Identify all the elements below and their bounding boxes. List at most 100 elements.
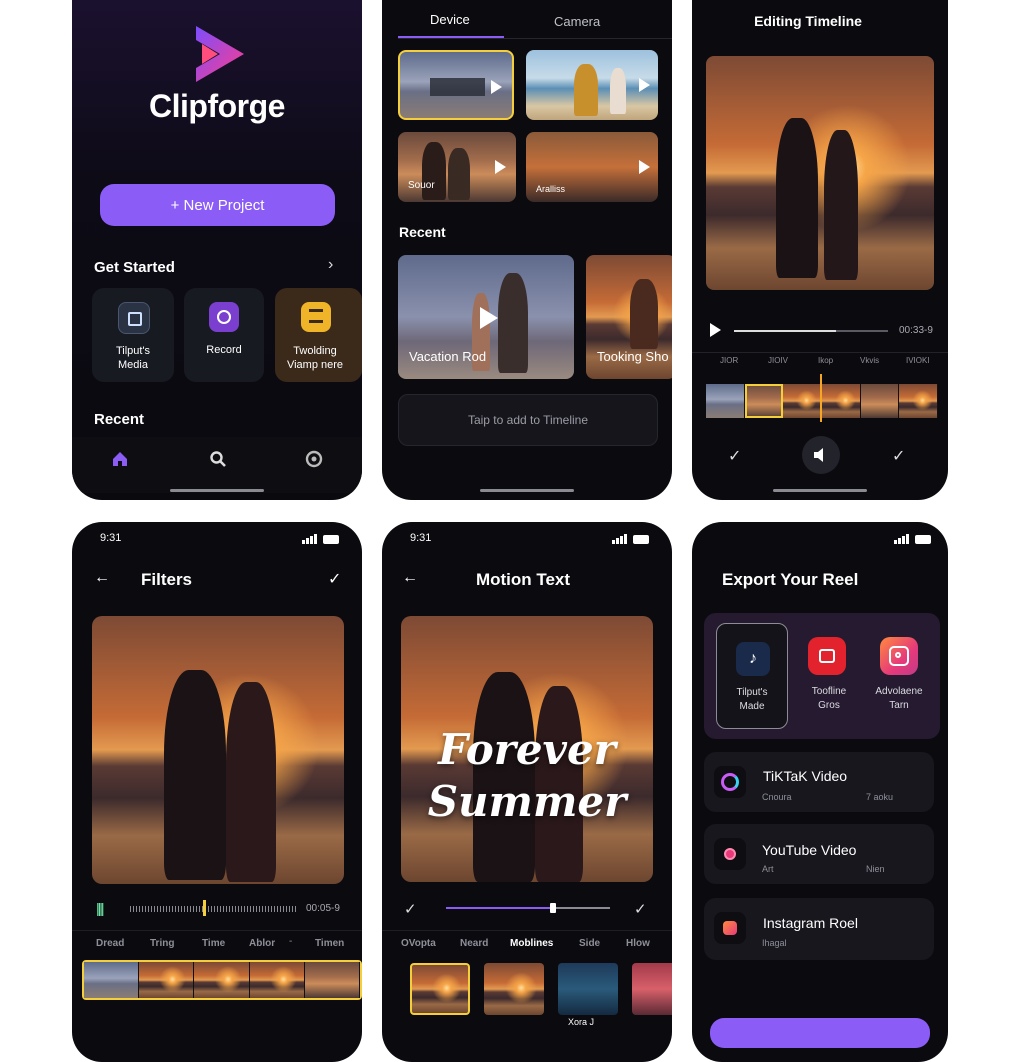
ruler-label: IVIOKI (906, 356, 930, 365)
get-started-heading: Get Started (94, 259, 175, 276)
target-label: Advolaene (875, 686, 923, 697)
check-icon[interactable]: ✓ (892, 446, 905, 466)
check-icon[interactable]: ✓ (404, 900, 417, 918)
person-shape (448, 148, 470, 200)
motion-text-screen: 9:31 ← Motion Text Forever Summer ✓ ✓ OV… (382, 522, 672, 1062)
play-icon (639, 160, 650, 174)
home-screen: Clipforge + New Project Get Started › Ti… (72, 0, 362, 500)
play-icon (491, 80, 502, 94)
settings-icon[interactable] (305, 450, 323, 468)
style-tab[interactable]: Hlow (626, 938, 650, 949)
media-thumbnail[interactable]: Aralliss (526, 132, 658, 202)
export-screen: Export Your Reel ♪ Tilput's Made Tooflin… (692, 522, 948, 1062)
style-tab[interactable]: Side (579, 938, 600, 949)
row-subtitle: Art (762, 864, 774, 874)
video-preview[interactable]: Forever Summer (401, 616, 653, 882)
style-thumbnail[interactable]: Xora J (558, 963, 618, 1027)
export-row-instagram[interactable]: Instagram Roel Ihagal (704, 898, 934, 960)
ruler-label: JIOR (720, 356, 739, 365)
bottom-nav (72, 437, 362, 493)
person-shape (422, 142, 446, 200)
media-thumbnail[interactable] (398, 50, 514, 120)
divider (72, 930, 362, 931)
timeline-screen: Editing Timeline 00:33-9 JIOR JIOIV Ikop… (692, 0, 948, 500)
style-tab[interactable]: Neard (460, 938, 488, 949)
scrubber-track[interactable] (734, 330, 888, 332)
play-icon (495, 160, 506, 174)
filter-filmstrip[interactable] (82, 960, 362, 1000)
mute-button[interactable] (802, 436, 840, 474)
screen-title: Filters (141, 570, 193, 589)
style-thumbnail[interactable] (632, 963, 672, 1015)
tile-record[interactable]: Record (184, 288, 264, 382)
chevron-right-icon[interactable]: › (328, 256, 333, 274)
divider (692, 352, 948, 353)
ruler-label: Ikop (818, 356, 834, 365)
style-tab-active[interactable]: Moblines (510, 938, 553, 949)
tab-device[interactable]: Device (430, 12, 470, 27)
home-icon[interactable] (112, 451, 128, 467)
tile-label: Twolding (293, 345, 337, 357)
filter-scrubber[interactable] (130, 906, 296, 912)
row-title: Instagram Roel (763, 915, 858, 931)
export-target-selected[interactable]: ♪ Tilput's Made (716, 623, 788, 729)
status-bar: 9:31 (100, 532, 340, 544)
new-project-label: + New Project (170, 196, 265, 214)
search-icon[interactable] (209, 450, 227, 468)
target-label: Made (739, 701, 765, 712)
style-thumbnail[interactable] (410, 963, 470, 1015)
video-preview[interactable] (706, 56, 934, 290)
filter-tab[interactable]: Dread (96, 938, 124, 949)
video-preview[interactable] (92, 616, 344, 884)
instagram-icon (714, 912, 746, 944)
export-target[interactable]: Advolaene Tarn (864, 623, 934, 727)
timeline-filmstrip[interactable] (706, 384, 939, 418)
person-shape (630, 279, 658, 349)
media-thumbnail[interactable] (526, 50, 658, 120)
recent-clip[interactable]: Vacation Rod (398, 255, 574, 379)
filter-tab[interactable]: Tring (150, 938, 174, 949)
youtube-icon (714, 838, 746, 870)
tile-import-media[interactable]: Tilput's Media (92, 288, 174, 382)
check-icon[interactable]: ✓ (328, 569, 341, 589)
time-code: 00:33-9 (899, 325, 933, 336)
tile-label: Tilput's (115, 345, 151, 357)
recent-clip-title: Tooking Sho (597, 349, 669, 364)
filter-tab[interactable]: Time (202, 938, 225, 949)
export-row-youtube[interactable]: YouTube Video Art Nien (704, 824, 934, 884)
style-thumbnail[interactable] (484, 963, 544, 1015)
filter-tab[interactable]: Timen (315, 938, 344, 949)
back-arrow-icon[interactable]: ← (94, 569, 110, 587)
tiktok-icon: ♪ (736, 642, 770, 676)
ruler-label: Vkvis (860, 356, 880, 365)
ruler-label: JIOIV (768, 356, 789, 365)
slider-handle[interactable] (550, 903, 556, 913)
template-icon (301, 302, 331, 332)
check-icon[interactable]: ✓ (634, 900, 647, 918)
playhead[interactable] (820, 374, 822, 422)
style-tab[interactable]: OVopta (401, 938, 436, 949)
scrubber-handle[interactable] (203, 900, 206, 916)
thumbnail-caption: Souor (408, 180, 435, 191)
overlay-line: Forever (438, 725, 616, 774)
overlay-text[interactable]: Forever Summer (401, 724, 653, 828)
play-button[interactable] (710, 323, 721, 337)
add-to-timeline-dropzone[interactable]: Taip to add to Timeline (398, 394, 658, 446)
check-icon[interactable]: ✓ (728, 446, 741, 466)
tile-label: Media (118, 359, 148, 371)
tile-label: Viamp nere (286, 359, 344, 371)
recent-clip[interactable]: Tooking Sho (586, 255, 672, 379)
tab-camera[interactable]: Camera (554, 14, 600, 29)
scrubber-progress (734, 330, 836, 332)
tile-templates[interactable]: Twolding Viamp nere (275, 288, 362, 382)
status-time: 9:31 (100, 532, 122, 544)
export-target[interactable]: Toofline Gros (798, 623, 854, 727)
filter-separator: - (289, 936, 293, 947)
export-row-tiktok[interactable]: TiKTaK Video Cnoura 7 aoku (704, 752, 934, 812)
export-button[interactable] (710, 1018, 930, 1048)
media-thumbnail[interactable]: Souor (398, 132, 516, 202)
text-timing-slider[interactable] (446, 903, 610, 913)
new-project-button[interactable]: + New Project (100, 184, 335, 226)
filter-tab[interactable]: Ablor (249, 938, 275, 949)
signal-wifi-battery-icon (302, 532, 340, 544)
